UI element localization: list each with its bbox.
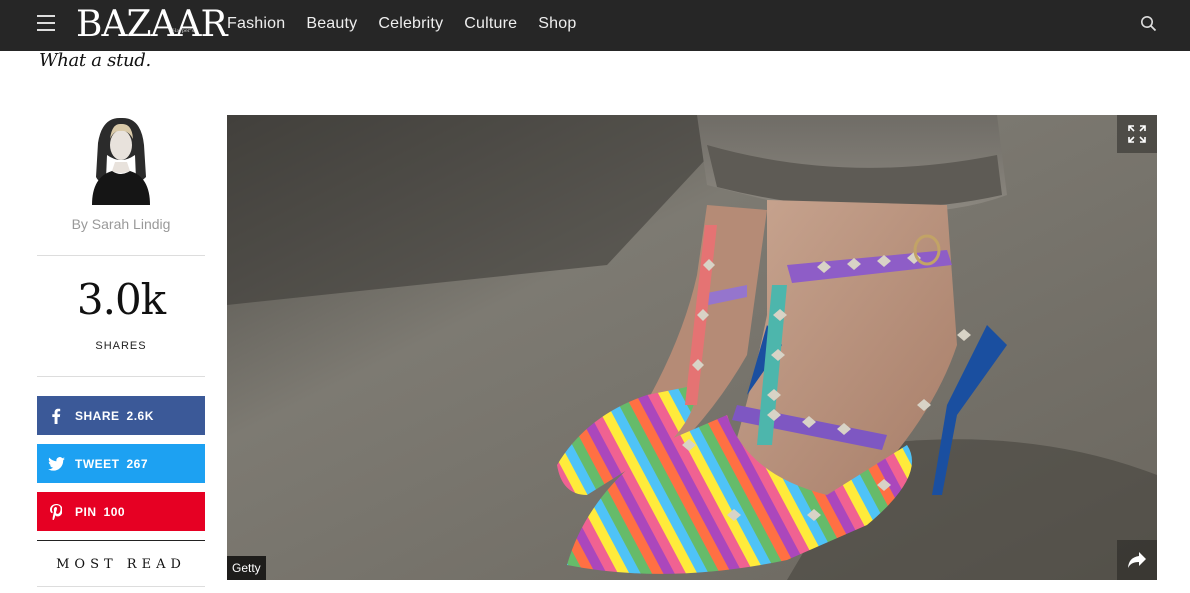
top-navigation-bar: BAZAAR Harper's Fashion Beauty Celebrity… (0, 0, 1190, 51)
search-icon[interactable] (1140, 15, 1157, 32)
twitter-share-button[interactable]: TWEET 267 (37, 444, 205, 483)
main-nav: Fashion Beauty Celebrity Culture Shop (227, 15, 576, 33)
pinterest-share-label: PIN (75, 504, 97, 519)
nav-shop[interactable]: Shop (538, 15, 576, 33)
divider (37, 255, 205, 256)
twitter-icon (37, 456, 75, 471)
divider (37, 586, 205, 587)
facebook-share-count: 2.6K (126, 408, 154, 423)
total-share-count: 3.0k (76, 275, 166, 324)
pinterest-share-button[interactable]: PIN 100 (37, 492, 205, 531)
hero-image[interactable]: Getty (227, 115, 1157, 580)
nav-culture[interactable]: Culture (464, 15, 517, 33)
pinterest-share-count: 100 (103, 504, 126, 519)
rainbow-stud-heels-photo (227, 115, 1157, 580)
photo-credit: Getty (227, 556, 266, 580)
author-byline[interactable]: By Sarah Lindig (37, 216, 205, 232)
bazaar-logo[interactable]: BAZAAR Harper's (76, 4, 228, 46)
article-dek: What a stud. (39, 50, 151, 71)
twitter-share-label: TWEET (75, 456, 120, 471)
shares-label: SHARES (95, 340, 147, 352)
hamburger-menu-icon[interactable] (37, 15, 55, 31)
most-read-heading[interactable]: MOST READ (37, 557, 205, 572)
share-arrow-icon[interactable] (1117, 540, 1157, 580)
divider (37, 376, 205, 377)
expand-icon[interactable] (1117, 115, 1157, 153)
nav-fashion[interactable]: Fashion (227, 15, 285, 33)
pinterest-icon (37, 503, 75, 520)
author-avatar[interactable] (88, 115, 154, 205)
facebook-icon (37, 408, 75, 424)
divider (37, 540, 205, 541)
logo-text: BAZAAR (76, 4, 228, 45)
logo-small-text: Harper's (172, 28, 195, 34)
facebook-share-label: SHARE (75, 408, 120, 423)
nav-celebrity[interactable]: Celebrity (378, 15, 443, 33)
nav-beauty[interactable]: Beauty (306, 15, 357, 33)
twitter-share-count: 267 (126, 456, 149, 471)
facebook-share-button[interactable]: SHARE 2.6K (37, 396, 205, 435)
